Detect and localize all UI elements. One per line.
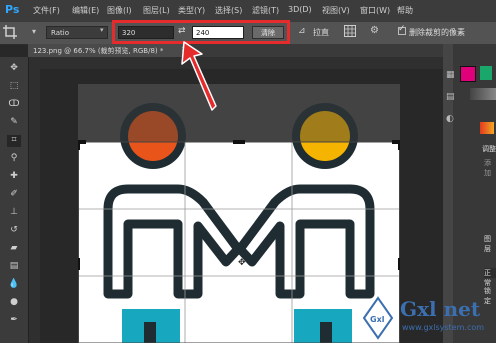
menu-type[interactable]: 类型(Y)	[178, 5, 205, 16]
eyedropper-tool-icon[interactable]: ⚲	[7, 153, 21, 165]
gear-icon[interactable]: ⚙	[370, 25, 379, 36]
svg-text:Gxl: Gxl	[370, 315, 385, 324]
straighten-label[interactable]: 拉直	[313, 27, 329, 38]
grid-overlay-icon[interactable]	[344, 25, 356, 37]
menu-edit[interactable]: 编辑(E)	[72, 5, 99, 16]
left-leg-gap	[144, 322, 156, 343]
quick-select-tool-icon[interactable]: ✎	[7, 117, 21, 129]
menu-filter[interactable]: 滤镜(T)	[252, 5, 279, 16]
background-color-swatch[interactable]	[480, 66, 492, 80]
menu-image[interactable]: 图像(I)	[107, 5, 132, 16]
crop-tool-active-icon[interactable]: ⌗	[7, 135, 21, 147]
swatches-panel-icon[interactable]: ▤	[446, 92, 455, 102]
clone-stamp-tool-icon[interactable]: ⊥	[7, 207, 21, 219]
move-tool-icon[interactable]: ✥	[7, 63, 21, 75]
ratio-select[interactable]: Ratio	[46, 26, 108, 39]
foreground-color-swatch[interactable]	[460, 66, 476, 82]
menu-file[interactable]: 文件(F)	[33, 5, 60, 16]
crop-shield-overlay	[78, 84, 400, 142]
right-figure-body	[235, 184, 375, 299]
delete-cropped-label[interactable]: 删除裁剪的像素	[409, 27, 465, 38]
menu-select[interactable]: 选择(S)	[215, 5, 242, 16]
swatch-strip[interactable]	[480, 122, 494, 134]
menu-3d[interactable]: 3D(D)	[288, 5, 312, 14]
chevron-down-icon: ▾	[100, 26, 104, 34]
marquee-tool-icon[interactable]: ⬚	[7, 81, 21, 93]
layers-label: 图层	[484, 235, 491, 253]
red-arrow-annotation	[181, 41, 217, 111]
pen-tool-icon[interactable]: ✒	[7, 315, 21, 327]
checkmark-icon: ✓	[398, 24, 406, 34]
blur-tool-icon[interactable]: 💧	[7, 279, 21, 291]
lasso-tool-icon[interactable]: ↀ	[7, 99, 21, 111]
brush-tool-icon[interactable]: ✐	[7, 189, 21, 201]
color-panel-icon[interactable]: ▦	[446, 70, 455, 80]
menu-help[interactable]: 帮助	[397, 5, 413, 16]
right-leg-gap	[320, 322, 332, 343]
color-ramp[interactable]	[470, 88, 496, 100]
adjustments-label: 调整	[482, 145, 496, 153]
menu-view[interactable]: 视图(V)	[322, 5, 350, 16]
history-brush-tool-icon[interactable]: ↺	[7, 225, 21, 237]
straighten-icon[interactable]: ⊿	[298, 26, 306, 36]
document-tab-label: 123.png @ 66.7% (裁剪预览, RGB/8) *	[33, 47, 164, 55]
menu-window[interactable]: 窗口(W)	[360, 5, 390, 16]
blend-mode-select[interactable]: 正常	[484, 268, 496, 287]
crop-tool-icon[interactable]	[3, 25, 17, 39]
crop-center-icon: ✥	[238, 258, 246, 268]
eraser-tool-icon[interactable]: ▰	[7, 243, 21, 255]
watermark-url: www.gxlsystem.com	[402, 323, 485, 332]
add-adjustment-label: 添加	[484, 159, 491, 177]
healing-tool-icon[interactable]: ✚	[7, 171, 21, 183]
menu-layer[interactable]: 图层(L)	[143, 5, 170, 16]
adjustments-panel-icon[interactable]: ◐	[446, 114, 454, 124]
left-figure-body	[103, 184, 243, 299]
gradient-tool-icon[interactable]: ▤	[7, 261, 21, 273]
watermark-text: Gxl net	[400, 297, 481, 321]
dodge-tool-icon[interactable]: ●	[7, 297, 21, 309]
handshake-illustration: ✥	[78, 84, 400, 343]
tool-preset-caret-icon[interactable]: ▾	[32, 27, 36, 36]
photoshop-logo: Ps	[5, 3, 20, 16]
